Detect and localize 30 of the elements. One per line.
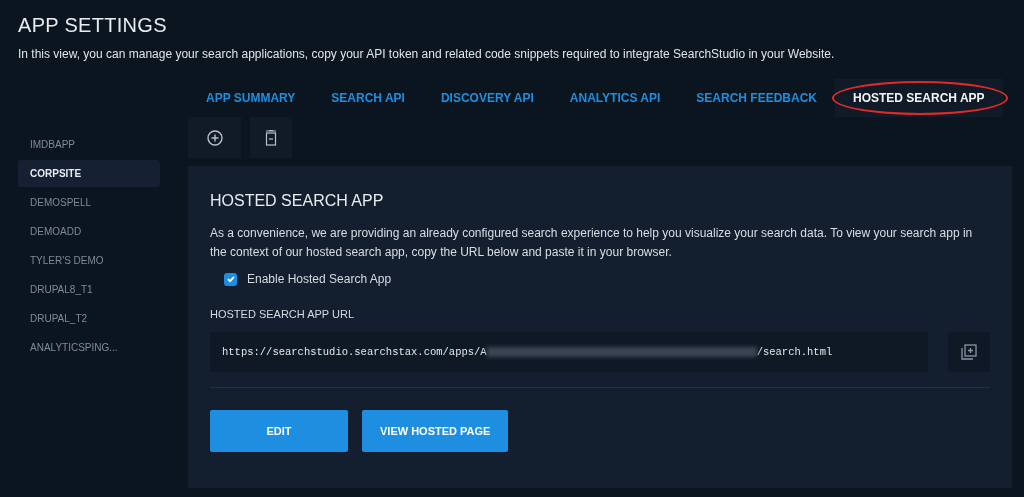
tab[interactable]: DISCOVERY API [422,79,552,117]
checkbox-label: Enable Hosted Search App [247,272,392,286]
page-title: APP SETTINGS [18,14,168,37]
add-button[interactable] [188,117,241,158]
view-page-button[interactable]: VIEW HOSTED PAGE [362,410,509,452]
edit-button[interactable]: EDIT [210,410,348,452]
tab[interactable]: APP SUMMARY [188,79,314,117]
tab[interactable]: SEARCH FEEDBACK [678,79,835,117]
sidebar-item[interactable]: IMDBAPP [18,131,160,158]
tab[interactable]: HOSTED SEARCH APP [835,79,1003,117]
sidebar-item[interactable]: DRUPAL_T2 [18,305,160,332]
checkbox[interactable] [224,272,237,286]
sidebar-item[interactable]: CORPSITE [18,160,160,187]
url-field[interactable]: https://searchstudio.searchstax.com/apps/A /search.html [210,332,928,372]
tab[interactable]: SEARCH API [313,79,423,117]
trash-icon [265,129,277,146]
plus-circle-icon [206,129,223,146]
sidebar-item[interactable]: DEMOSPELL [18,189,160,216]
copy-icon [961,344,977,360]
sidebar-item[interactable]: DEMOADD [18,218,160,245]
url-label: HOSTED SEARCH APP URL [210,308,356,320]
sidebar-item[interactable]: ANALYTICSPING... [18,334,160,361]
sidebar-item[interactable]: TYLER'S DEMO [18,247,160,274]
copy-button[interactable] [948,332,990,372]
panel-title: HOSTED SEARCH APP [210,192,385,210]
delete-button[interactable] [250,117,292,158]
sidebar-item[interactable]: DRUPAL8_T1 [18,276,160,303]
tab[interactable]: ANALYTICS API [551,79,679,117]
page-description: In this view, you can manage your search applications, copy your API token and related code snippets required to integrate SearchStudio in your Website. [18,47,836,61]
panel-description: As a convenience, we are providing an already configured search experience to help you visualize your search data. To view your search app in the context of our hosted search app, copy the URL below and paste it in your browser. [210,225,974,261]
